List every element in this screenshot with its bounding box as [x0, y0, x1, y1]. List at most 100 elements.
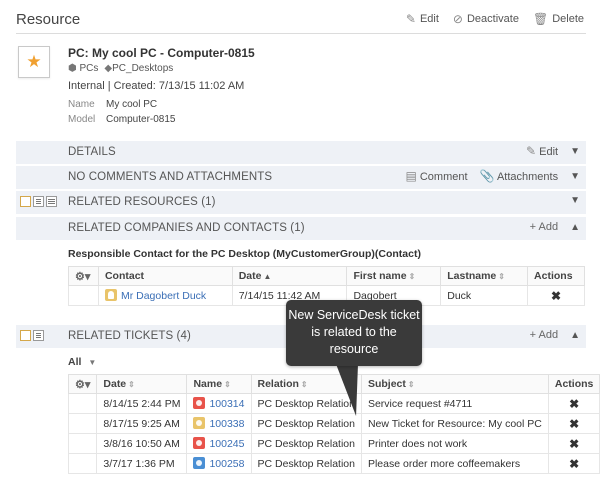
ticket-type-icon [193, 397, 206, 409]
contact-link[interactable]: Mr Dagobert Duck [121, 290, 206, 302]
view-detail-icon[interactable] [33, 196, 44, 207]
column-header[interactable]: Date ▲ [231, 266, 348, 286]
page-header: Resource ✎ Edit ⊘ Deactivate 🗑 Delete [16, 8, 586, 34]
gear-icon: ⚙▾ [75, 270, 91, 283]
date-cell: 8/14/15 2:44 PM [96, 393, 188, 414]
contacts-subhead: Responsible Contact for the PC Desktop (… [68, 248, 421, 260]
chevron-down-icon[interactable]: ▼ [570, 195, 580, 206]
chevron-down-icon[interactable]: ▼ [570, 171, 580, 182]
view-detail-icon[interactable] [33, 330, 44, 341]
section-title: RELATED TICKETS (4) [68, 330, 191, 342]
view-card-icon[interactable] [20, 196, 31, 207]
favorite-toggle[interactable]: ★ [18, 46, 50, 78]
edit-label: Edit [419, 13, 439, 25]
ticket-link[interactable]: 100258 [209, 458, 244, 470]
table-header-row: ⚙▾ Contact Date ▲ First name ⇕ Lastname ⇕ A… [68, 266, 585, 286]
table-row: 3/8/16 10:50 AM 100245 PC Desktop Relation… [67, 433, 600, 454]
ticket-cell[interactable]: 100245 [186, 433, 252, 454]
section-title: DETAILS [68, 146, 116, 158]
ticket-link[interactable]: 100245 [209, 438, 244, 450]
add-ticket-button[interactable]: + Add [530, 329, 558, 341]
table-header-row: ⚙▾ Date ⇕ Name ⇕ Relation ⇕ Subject ⇕ Action… [67, 374, 600, 394]
comment-button[interactable]: ▤ Comment [405, 170, 467, 183]
ticket-type-icon [193, 417, 206, 429]
details-edit-button[interactable]: ✎ Edit [526, 145, 558, 158]
header-actions: ✎ Edit ⊘ Deactivate 🗑 Delete [406, 13, 584, 25]
chevron-down-icon: ▼ [88, 358, 97, 367]
section-related-companies[interactable]: RELATED COMPANIES AND CONTACTS (1) + Add… [16, 217, 586, 240]
remove-button[interactable]: ✖ [547, 393, 600, 414]
star-icon: ★ [26, 52, 42, 71]
column-settings[interactable]: ⚙▾ [68, 266, 99, 286]
pencil-icon: ✎ [526, 144, 537, 158]
resource-summary: ★ PC: My cool PC - Computer-0815 ⬢ PCs ◆… [16, 44, 586, 130]
remove-button[interactable]: ✖ [547, 453, 600, 474]
contact-icon [104, 289, 117, 301]
pencil-icon: ✎ [405, 12, 416, 26]
sort-icon: ⇕ [224, 380, 231, 389]
breadcrumb-item[interactable]: ◆PC_Desktops [104, 63, 173, 74]
ticket-filter-dropdown[interactable]: All ▼ [68, 356, 96, 368]
date-cell: 3/7/17 1:36 PM [96, 453, 188, 474]
field-value: Computer-0815 [106, 114, 176, 125]
section-comments[interactable]: NO COMMENTS AND ATTACHMENTS ▤ Comment 📎 … [16, 166, 586, 189]
page-title: Resource [16, 11, 81, 28]
column-header[interactable]: Contact [97, 266, 233, 286]
attachments-button[interactable]: 📎 Attachments [480, 170, 559, 183]
section-details[interactable]: DETAILS ✎ Edit ▼ [16, 141, 586, 164]
ticket-cell[interactable]: 100314 [186, 393, 252, 414]
ticket-cell[interactable]: 100338 [186, 413, 252, 434]
relation-cell: PC Desktop Relation [250, 453, 362, 474]
date-cell: 8/17/15 9:25 AM [96, 413, 188, 434]
column-header[interactable]: Lastname ⇕ [440, 266, 529, 286]
remove-button[interactable]: ✖ [547, 433, 600, 454]
column-header[interactable]: Name ⇕ [186, 374, 252, 394]
chevron-up-icon[interactable]: ▲ [570, 330, 580, 341]
remove-button[interactable]: ✖ [527, 285, 585, 306]
delete-button[interactable]: 🗑 Delete [533, 13, 584, 25]
ticket-cell[interactable]: 100258 [186, 453, 252, 474]
chevron-down-icon[interactable]: ▼ [570, 146, 580, 157]
field-value: My cool PC [106, 99, 158, 110]
column-header[interactable]: First name ⇕ [346, 266, 442, 286]
sort-icon: ⇕ [498, 272, 505, 281]
section-related-resources[interactable]: RELATED RESOURCES (1) ▼ [16, 191, 586, 214]
callout-tooltip: New ServiceDesk ticket is related to the… [286, 300, 422, 366]
ticket-link[interactable]: 100314 [209, 398, 244, 410]
subject-cell: Please order more coffeemakers [360, 453, 549, 474]
add-contact-button[interactable]: + Add [530, 221, 558, 233]
contact-cell[interactable]: Mr Dagobert Duck [97, 285, 233, 306]
subject-cell: New Ticket for Resource: My cool PC [360, 413, 549, 434]
ticket-link[interactable]: 100338 [209, 418, 244, 430]
section-title: NO COMMENTS AND ATTACHMENTS [68, 171, 273, 183]
column-header[interactable]: Date ⇕ [96, 374, 188, 394]
comment-icon: ▤ [405, 169, 417, 183]
edit-button[interactable]: ✎ Edit [406, 13, 439, 25]
breadcrumb: ⬢ PCs ◆PC_Desktops [68, 63, 173, 74]
column-header[interactable]: Subject ⇕ [360, 374, 549, 394]
sort-icon: ⇕ [407, 380, 415, 389]
deactivate-button[interactable]: ⊘ Deactivate [453, 13, 519, 25]
breadcrumb-item[interactable]: ⬢ PCs [68, 63, 98, 74]
date-cell: 3/8/16 10:50 AM [96, 433, 188, 454]
view-toggles [20, 330, 44, 341]
remove-button[interactable]: ✖ [547, 413, 600, 434]
ticket-type-icon [193, 437, 206, 449]
view-card-icon[interactable] [20, 330, 31, 341]
view-list-icon[interactable] [46, 196, 57, 207]
trash-icon: 🗑 [532, 12, 549, 26]
relation-cell: PC Desktop Relation [250, 433, 362, 454]
relation-cell: PC Desktop Relation [250, 413, 362, 434]
chevron-up-icon[interactable]: ▲ [570, 222, 580, 233]
sort-icon: ⇕ [128, 380, 135, 389]
cube-icon: ⬢ [68, 63, 77, 74]
delete-label: Delete [552, 13, 584, 25]
table-row: 8/14/15 2:44 PM 100314 PC Desktop Relation… [67, 393, 600, 414]
tickets-table: ⚙▾ Date ⇕ Name ⇕ Relation ⇕ Subject ⇕ Action… [67, 374, 600, 474]
section-title: RELATED RESOURCES (1) [68, 196, 216, 208]
deactivate-label: Deactivate [466, 13, 519, 25]
subject-cell: Service request #4711 [360, 393, 549, 414]
name-field: Name My cool PC [68, 99, 157, 110]
ban-icon: ⊘ [452, 12, 463, 26]
column-settings[interactable]: ⚙▾ [67, 374, 98, 394]
